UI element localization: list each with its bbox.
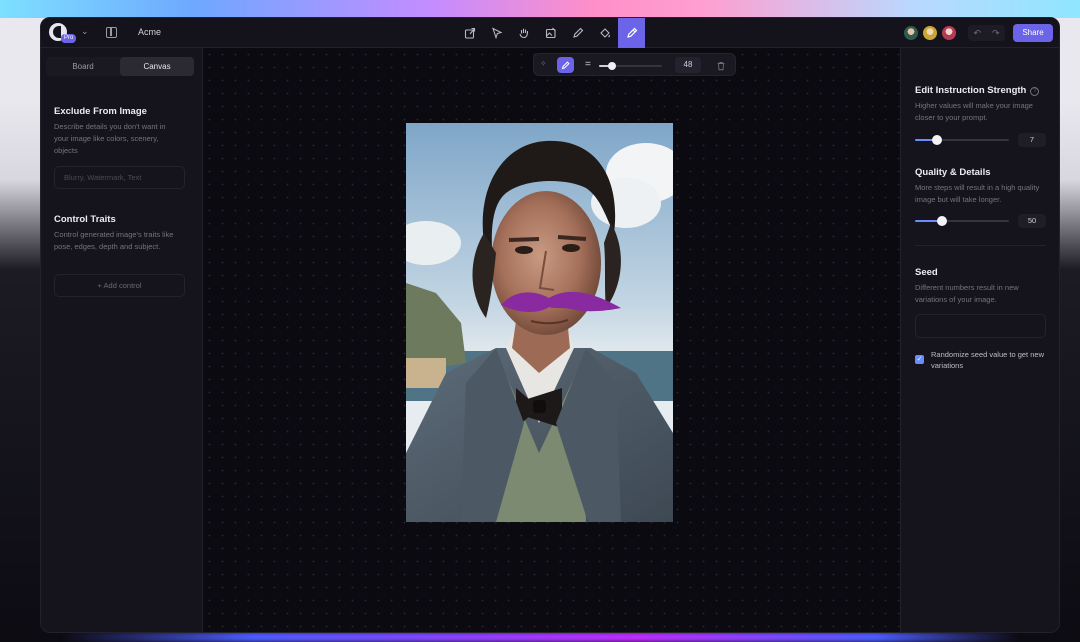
- image-edit-tool[interactable]: [537, 18, 564, 48]
- trash-icon[interactable]: [716, 58, 726, 76]
- sidebar-toggle-icon[interactable]: [106, 27, 117, 38]
- brush-settings-bar: ✧ = 48: [533, 53, 736, 76]
- undo-icon[interactable]: ↶: [973, 28, 981, 39]
- exclude-title: Exclude From Image: [54, 106, 147, 117]
- top-bar: Pro ⌄ Acme ↶ ↷ Share: [41, 18, 1059, 48]
- strength-title: Edit Instruction Strength?: [915, 85, 1040, 96]
- exclude-description: Describe details you don't want in your …: [54, 122, 166, 155]
- exclude-input[interactable]: Blurry, Watermark, Text: [54, 166, 185, 189]
- brush-size-slider[interactable]: [599, 62, 662, 70]
- app-window: Pro ⌄ Acme ↶ ↷ Share Board Canvas Exclud…: [40, 17, 1060, 633]
- strength-value[interactable]: 7: [1018, 133, 1046, 147]
- seed-description: Different numbers result in new variatio…: [915, 283, 1019, 304]
- brush-size-value[interactable]: 48: [675, 57, 701, 73]
- tab-canvas[interactable]: Canvas: [120, 57, 194, 76]
- share-button[interactable]: Share: [1013, 24, 1053, 42]
- hand-icon: [518, 28, 528, 39]
- brush-tool[interactable]: [618, 18, 645, 48]
- strength-description: Higher values will make your image close…: [915, 101, 1033, 122]
- left-panel: Board Canvas Exclude From Image Describe…: [41, 48, 203, 632]
- brush-icon: [626, 27, 637, 38]
- randomize-seed-label[interactable]: Randomize seed value to get new variatio…: [931, 349, 1049, 371]
- pen-icon: [572, 27, 583, 38]
- paint-bucket-icon: [599, 28, 610, 38]
- quality-title: Quality & Details: [915, 167, 991, 178]
- image-edit-icon: [545, 27, 556, 39]
- select-tool[interactable]: [483, 18, 510, 48]
- control-traits-description: Control generated image's traits like po…: [54, 230, 174, 251]
- top-gradient-glow: [0, 0, 1080, 18]
- quality-description: More steps will result in a high quality…: [915, 183, 1040, 204]
- randomize-seed-checkbox[interactable]: ✓: [915, 355, 924, 364]
- add-control-button[interactable]: + Add control: [54, 274, 185, 297]
- pro-badge: Pro: [61, 34, 77, 43]
- app-logo[interactable]: Pro: [49, 23, 77, 43]
- sparkle-icon[interactable]: ✧: [540, 59, 547, 68]
- board-canvas-toggle: Board Canvas: [46, 57, 194, 76]
- bottom-gradient-glow: [60, 632, 1020, 642]
- export-icon: [464, 27, 475, 39]
- quality-slider[interactable]: [915, 216, 1009, 226]
- seed-input[interactable]: [915, 314, 1046, 338]
- tool-bar: [456, 18, 645, 48]
- slider-handle[interactable]: [932, 135, 942, 145]
- redo-icon[interactable]: ↷: [992, 28, 1000, 39]
- divider: [915, 245, 1046, 246]
- export-tool[interactable]: [456, 18, 483, 48]
- avatar[interactable]: [921, 24, 939, 42]
- portrait-illustration: [406, 123, 673, 522]
- collaborator-avatars: [901, 24, 958, 42]
- slider-handle[interactable]: [608, 62, 616, 70]
- help-icon[interactable]: ?: [1030, 87, 1040, 96]
- avatar[interactable]: [940, 24, 958, 42]
- slider-handle[interactable]: [937, 216, 947, 226]
- tab-board[interactable]: Board: [46, 57, 120, 76]
- project-name[interactable]: Acme: [138, 27, 161, 37]
- canvas-area[interactable]: ✧ = 48: [203, 48, 900, 632]
- undo-redo-group: ↶ ↷: [968, 25, 1005, 41]
- fill-tool[interactable]: [591, 18, 618, 48]
- control-traits-title: Control Traits: [54, 214, 116, 225]
- generated-image[interactable]: [406, 123, 673, 522]
- cursor-icon: [491, 27, 502, 39]
- right-panel: Edit Instruction Strength? Higher values…: [900, 48, 1059, 632]
- quality-value[interactable]: 50: [1018, 214, 1046, 228]
- stroke-width-icon: =: [585, 59, 591, 70]
- brush-icon: [561, 60, 570, 69]
- pan-tool[interactable]: [510, 18, 537, 48]
- avatar[interactable]: [902, 24, 920, 42]
- chevron-down-icon[interactable]: ⌄: [81, 26, 89, 37]
- brush-mode-button[interactable]: [557, 57, 574, 73]
- seed-title: Seed: [915, 267, 938, 278]
- pen-tool[interactable]: [564, 18, 591, 48]
- strength-slider[interactable]: [915, 135, 1009, 145]
